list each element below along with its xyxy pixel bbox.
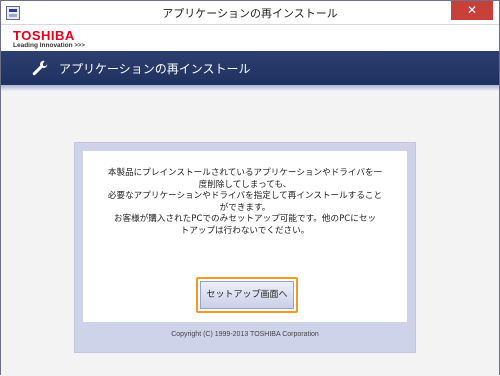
- message-line: ができます。: [219, 202, 271, 213]
- message-panel: 本製品にプレインストールされているアプリケーションやドライバを一 度削除してしま…: [74, 142, 416, 353]
- message-text: 本製品にプレインストールされているアプリケーションやドライバを一 度削除してしま…: [93, 168, 397, 237]
- message-line: 必要なアプリケーションやドライバを指定して再インストールすること: [107, 191, 383, 201]
- tagline-text: Leading Innovation: [13, 42, 73, 49]
- tagline-arrows: >>>: [74, 43, 85, 49]
- message-line: トアップは行わないでください。: [180, 225, 310, 236]
- toshiba-logo: TOSHIBA: [13, 28, 75, 43]
- page-title: アプリケーションの再インストール: [59, 62, 251, 76]
- logo-area: TOSHIBA Leading Innovation >>>: [1, 25, 499, 51]
- close-button[interactable]: ✕: [451, 1, 493, 20]
- setup-screen-button-label: セットアップ画面へ: [200, 281, 294, 309]
- setup-screen-button[interactable]: セットアップ画面へ: [196, 277, 298, 313]
- message-line: 度削除してしまっても、: [198, 179, 292, 190]
- app-window: アプリケーションの再インストール ✕ TOSHIBA Leading Innov…: [0, 0, 500, 376]
- title-bar: アプリケーションの再インストール ✕: [1, 1, 499, 25]
- window-title: アプリケーションの再インストール: [162, 7, 338, 20]
- message-line: 本製品にプレインストールされているアプリケーションやドライバを一: [107, 168, 383, 178]
- main-content: 本製品にプレインストールされているアプリケーションやドライバを一 度削除してしま…: [1, 91, 499, 376]
- wrench-icon: [32, 60, 48, 76]
- brand-tagline: Leading Innovation >>>: [13, 42, 85, 49]
- message-line: お客様が購入されたPCでのみセットアップ可能です。他のPCにセッ: [113, 214, 377, 224]
- message-box: 本製品にプレインストールされているアプリケーションやドライバを一 度削除してしま…: [83, 151, 407, 322]
- copyright-text: Copyright (C) 1999-2013 TOSHIBA Corporat…: [171, 331, 319, 338]
- header-band: アプリケーションの再インストール: [1, 51, 499, 91]
